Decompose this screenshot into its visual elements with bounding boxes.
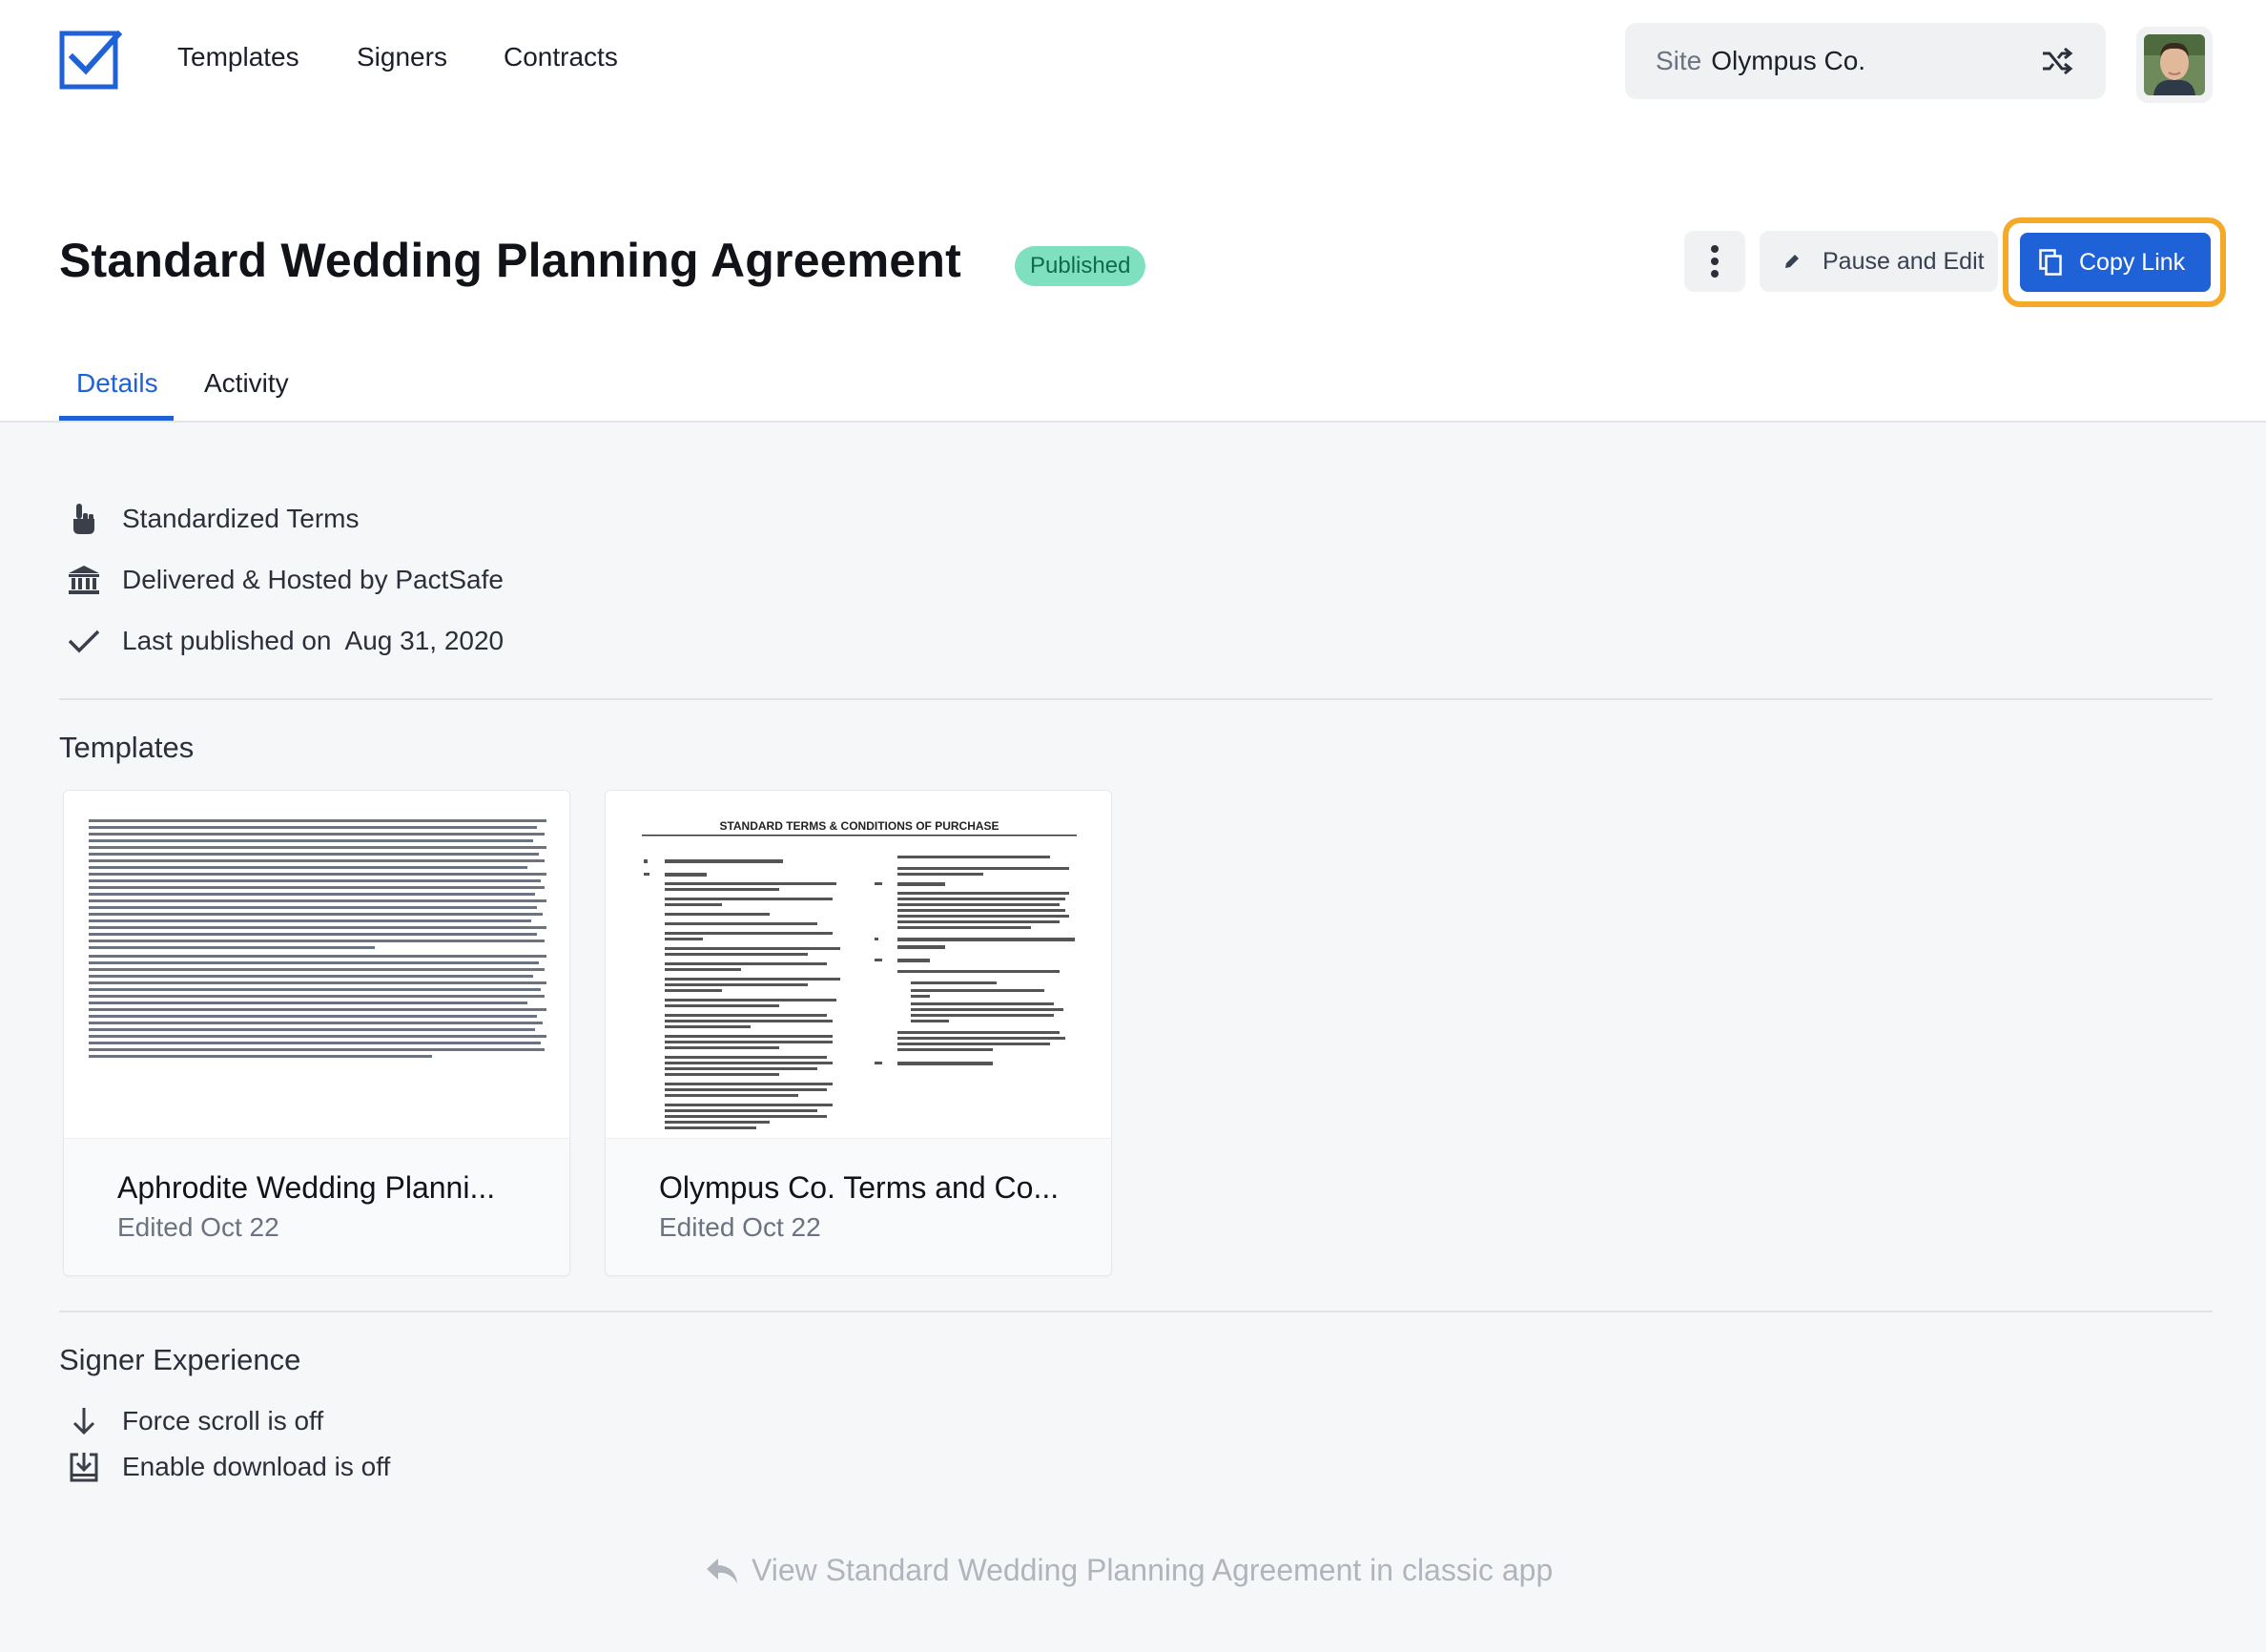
delivery-row: Delivered & Hosted by PactSafe	[65, 563, 504, 597]
document-thumbnail: STANDARD TERMS & CONDITIONS OF PURCHASE	[606, 791, 1111, 1138]
published-date: Aug 31, 2020	[344, 626, 505, 655]
pencil-icon	[1785, 255, 1799, 268]
published-label: Last published on	[122, 626, 332, 655]
copy-link-button[interactable]: Copy Link	[2020, 233, 2211, 292]
enable-download-status: Enable download is off	[122, 1452, 391, 1481]
view-in-classic-app-link[interactable]: View Standard Wedding Planning Agreement…	[706, 1553, 1553, 1588]
nav-contracts[interactable]: Contracts	[504, 42, 618, 72]
site-name: Olympus Co.	[1711, 46, 1866, 75]
reply-arrow-icon	[707, 1558, 737, 1583]
nav-templates[interactable]: Templates	[177, 42, 299, 72]
copy-icon	[2039, 249, 2062, 276]
shuffle-icon	[2041, 46, 2073, 76]
more-options-button[interactable]	[1684, 231, 1745, 292]
enable-download-row: Enable download is off	[65, 1450, 390, 1484]
tab-activity[interactable]: Activity	[204, 368, 289, 399]
force-scroll-row: Force scroll is off	[65, 1404, 323, 1438]
force-scroll-status: Force scroll is off	[122, 1406, 324, 1435]
delivery-text: Delivered & Hosted by PactSafe	[122, 565, 504, 594]
copy-label: Copy Link	[2079, 248, 2186, 276]
terms-type-row: Standardized Terms	[65, 502, 360, 536]
template-title: Olympus Co. Terms and Co...	[659, 1170, 1060, 1205]
template-card[interactable]: Aphrodite Wedding Planni... Edited Oct 2…	[63, 790, 570, 1276]
pause-and-edit-button[interactable]: Pause and Edit	[1760, 231, 1998, 292]
checkbox-logo-icon[interactable]	[59, 29, 123, 92]
hand-pointer-icon	[65, 502, 103, 536]
section-divider	[59, 698, 2213, 700]
template-edited: Edited Oct 22	[117, 1212, 279, 1242]
site-switcher[interactable]: Site Olympus Co.	[1625, 23, 2106, 99]
published-row: Last published on Aug 31, 2020	[65, 624, 504, 658]
status-badge: Published	[1015, 246, 1146, 286]
site-label: Site	[1656, 46, 1702, 75]
section-divider	[59, 1311, 2213, 1312]
signer-experience-title: Signer Experience	[59, 1343, 301, 1376]
terms-type: Standardized Terms	[122, 504, 360, 533]
nav-signers[interactable]: Signers	[357, 42, 447, 72]
more-vertical-icon	[1711, 245, 1719, 278]
page-title: Standard Wedding Planning Agreement	[59, 234, 961, 287]
arrow-down-icon	[65, 1404, 103, 1438]
active-tab-indicator	[59, 416, 174, 421]
bank-icon	[65, 563, 103, 597]
templates-section-title: Templates	[59, 731, 195, 764]
document-thumbnail	[64, 791, 569, 1138]
template-card[interactable]: STANDARD TERMS & CONDITIONS OF PURCHASE	[605, 790, 1112, 1276]
classic-link-label: View Standard Wedding Planning Agreement…	[752, 1553, 1554, 1587]
avatar[interactable]	[2136, 27, 2213, 103]
template-edited: Edited Oct 22	[659, 1212, 821, 1242]
check-icon	[65, 624, 103, 658]
card-footer	[64, 1138, 569, 1275]
download-icon	[65, 1450, 103, 1484]
tab-details[interactable]: Details	[76, 368, 158, 399]
card-footer	[606, 1138, 1111, 1275]
template-title: Aphrodite Wedding Planni...	[117, 1170, 496, 1205]
pause-label: Pause and Edit	[1823, 247, 1985, 275]
